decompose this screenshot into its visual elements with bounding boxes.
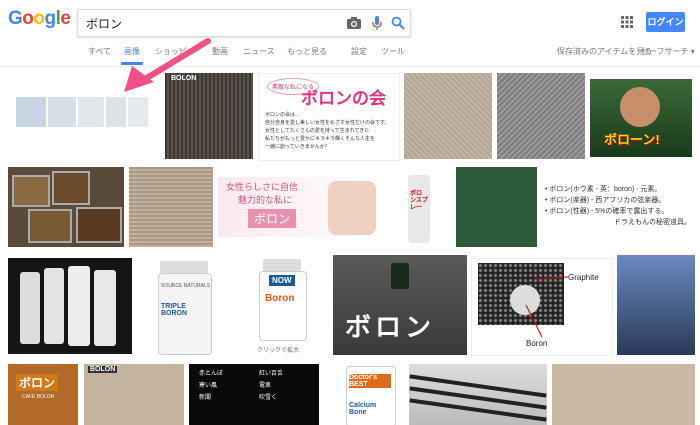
pink-arrow-annotation: [124, 38, 211, 92]
image-result-green-fabric[interactable]: [456, 167, 537, 247]
tab-tools[interactable]: ツール: [381, 46, 405, 57]
image-result-boron-graphite[interactable]: Graphite Boron: [471, 258, 613, 356]
image-result-boron-kai[interactable]: 素敵な私になる ボロンの会 ボロンの会は… 自分自身を愛し美しい女性をめざす女性…: [258, 73, 400, 161]
triple-boron-label: TRIPLE BORON: [161, 303, 188, 317]
image-result-spray-cans[interactable]: [8, 258, 132, 354]
login-button[interactable]: ログイン: [646, 12, 685, 32]
image-result-wrestler[interactable]: ボローン!: [590, 79, 692, 157]
ad-title: 女性らしさに自信: [226, 182, 299, 192]
safesearch-dropdown[interactable]: セーフサーチ ▾: [641, 46, 695, 57]
search-tabs: すべて 画像 ショッピ 動画 ニュース もっと見る 設定 ツール 保存済みのアイ…: [0, 44, 700, 67]
camera-icon[interactable]: [346, 15, 362, 31]
cafe-sign: ボロン: [16, 374, 59, 391]
text-list-line: • ボロン(ホウ素 - 英：boron) - 元素。: [545, 186, 662, 193]
image-result-manga-text[interactable]: 赤とんぼ 紅い百舌 寒い風 電車 新聞 吹雪く: [189, 364, 319, 425]
manga-line: 赤とんぼ: [199, 371, 224, 377]
kai-body-line: 女性としてたくさんの愛を持って生まれてきた: [265, 128, 370, 134]
manga-line: 吹雪く: [259, 395, 278, 401]
image-result-fabric-tan[interactable]: [129, 167, 213, 247]
image-result-triple-boron[interactable]: SOURCE NATURALS TRIPLE BORON: [150, 255, 218, 357]
image-result-rods[interactable]: [409, 364, 547, 425]
bolon-label: BOLON: [88, 366, 118, 373]
wrestler-caption: ボローン!: [604, 132, 660, 147]
image-result-anime[interactable]: [617, 255, 695, 355]
image-result-cafe[interactable]: ボロン CAFE BOLON: [8, 364, 78, 425]
search-box[interactable]: ボロン: [77, 9, 411, 37]
text-list-line: ドラえもんの秘密道具。: [614, 219, 691, 226]
ad-word: ボロン: [248, 209, 297, 228]
spray-label: ボロンスプレー: [410, 191, 428, 211]
manga-line: 新聞: [199, 395, 212, 401]
microphone-icon[interactable]: [369, 15, 385, 31]
tab-news[interactable]: ニュース: [243, 46, 275, 57]
kai-body-line: 自分自身を愛し美しい女性をめざす女性だけの会です。: [265, 120, 390, 126]
image-result-spray[interactable]: ボロンスプレー: [400, 167, 438, 247]
annotation-lines: [525, 276, 569, 338]
kai-body-line: 私たちがもっと豊かにキラキラ輝くそんな人生を: [265, 136, 376, 142]
saved-items-link[interactable]: 保存済みのアイテムを見る: [557, 46, 652, 57]
image-result-boron-ad[interactable]: 女性らしさに自信 魅力的な私に ボロン: [218, 177, 380, 237]
now-boron-label: Boron: [265, 293, 295, 304]
image-result-fabric-beige[interactable]: [404, 73, 492, 159]
search-input[interactable]: ボロン: [86, 15, 122, 32]
image-result-text-list[interactable]: • ボロン(ホウ素 - 英：boron) - 元素。 • ボロン(楽器) - 西…: [545, 184, 695, 234]
kai-body-line: 一緒に創っていきませんか？: [265, 144, 330, 150]
source-naturals-label: SOURCE NATURALS: [161, 283, 211, 289]
manga-line: 寒い風: [199, 383, 218, 389]
calcium-label: Calcium Bone: [349, 402, 377, 416]
kai-title: ボロンの会: [301, 89, 386, 108]
text-list-line: • ボロン(性器) - 5%の確率で露出する。: [545, 208, 669, 215]
logo-letter: g: [44, 8, 57, 29]
google-logo[interactable]: Google: [8, 8, 71, 30]
doctors-best-label: Doctor's BEST: [349, 374, 391, 388]
text-list-line: • ボロン(楽器) - 西アフリカの弦楽器。: [545, 197, 666, 204]
image-result-doctors-best[interactable]: Doctor's BEST Calcium Bone: [340, 364, 400, 425]
pill-word: ボロン: [345, 312, 436, 342]
apps-grid-icon[interactable]: [621, 16, 633, 28]
now-brand: NOW: [269, 275, 295, 286]
tab-all[interactable]: すべて: [88, 46, 111, 57]
logo-letter: e: [60, 8, 71, 29]
logo-letter: o: [22, 8, 34, 29]
tab-more[interactable]: もっと見る: [287, 46, 327, 57]
image-result-beige[interactable]: [552, 364, 695, 425]
image-result-now-boron[interactable]: NOW Boron クリックで拡大: [253, 255, 311, 355]
kai-body-line: ボロンの会は…: [265, 112, 301, 118]
image-result-pills[interactable]: ボロン: [333, 255, 467, 355]
image-result-fabric-gray[interactable]: [497, 73, 585, 159]
search-icon[interactable]: [390, 15, 406, 31]
tab-settings[interactable]: 設定: [351, 46, 367, 57]
image-result-nuts[interactable]: [8, 167, 124, 247]
cafe-sub: CAFE BOLON: [22, 394, 55, 400]
logo-letter: o: [33, 8, 45, 29]
logo-letter: G: [8, 8, 23, 29]
ad-sub: 魅力的な私に: [238, 195, 293, 205]
enlarge-caption[interactable]: クリックで拡大: [257, 345, 299, 354]
manga-line: 電車: [259, 383, 272, 389]
image-result-fabric-bolon[interactable]: BOLON: [84, 364, 184, 425]
manga-line: 紅い百舌: [259, 371, 284, 377]
tab-videos[interactable]: 動画: [212, 46, 228, 57]
